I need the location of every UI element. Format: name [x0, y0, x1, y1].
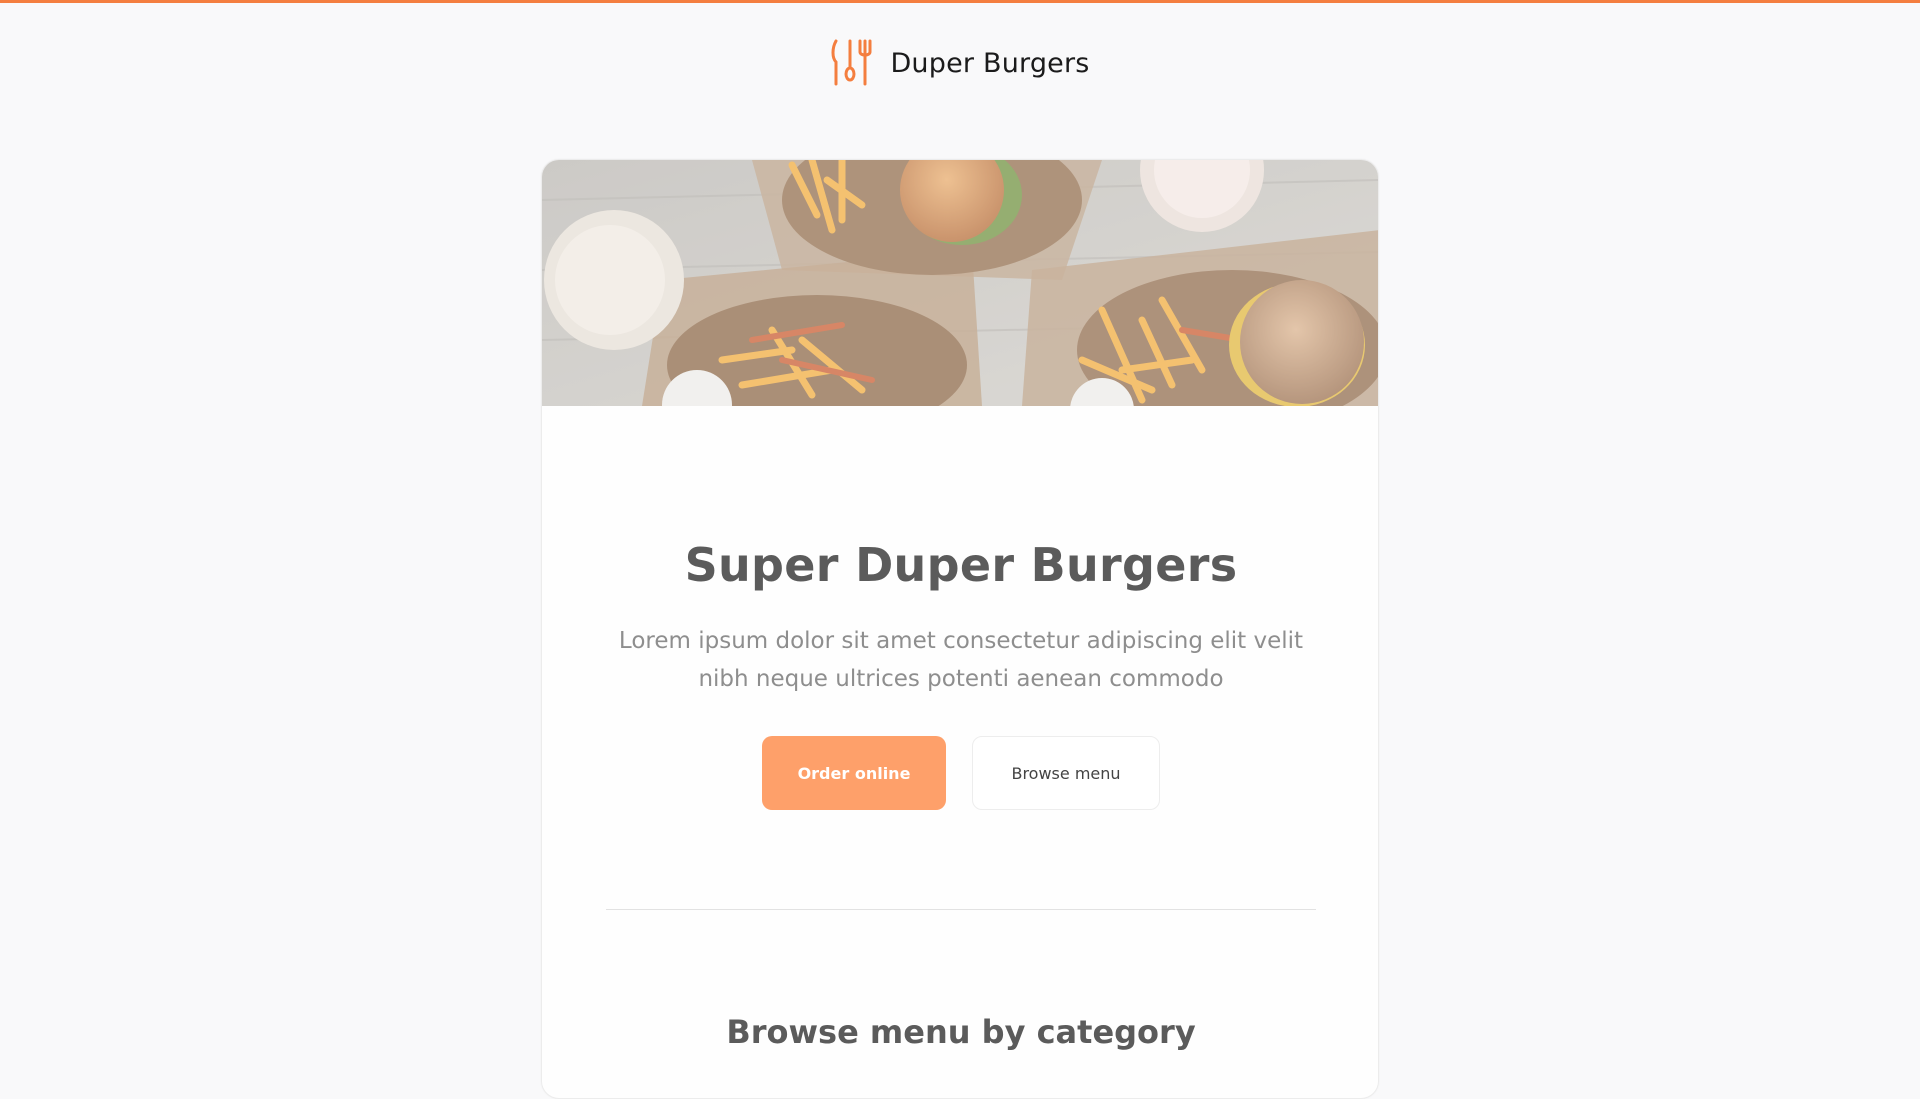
site-header: Duper Burgers: [0, 38, 1920, 88]
section-divider: [606, 909, 1316, 910]
page-title: Super Duper Burgers: [684, 538, 1238, 592]
hero-image: [542, 160, 1378, 406]
browse-menu-button[interactable]: Browse menu: [972, 736, 1160, 810]
top-accent-bar: [0, 0, 1920, 3]
hero-description: Lorem ipsum dolor sit amet consectetur a…: [618, 628, 1304, 692]
hero-card: Super Duper Burgers Lorem ipsum dolor si…: [541, 159, 1379, 1099]
hero-actions: Order online Browse menu: [542, 736, 1378, 810]
order-online-button[interactable]: Order online: [762, 736, 946, 810]
menu-category-heading: Browse menu by category: [726, 1013, 1196, 1051]
brand-name[interactable]: Duper Burgers: [890, 48, 1089, 79]
fork-knife-icon: [831, 39, 872, 86]
